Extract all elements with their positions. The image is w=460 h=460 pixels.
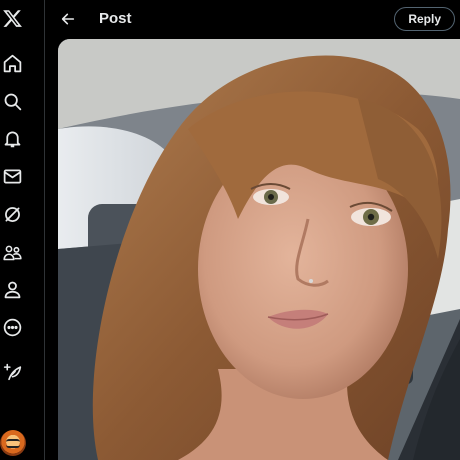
post-header: Post Reply (45, 0, 460, 39)
nav-rail (0, 0, 45, 460)
reply-button[interactable]: Reply (394, 7, 455, 31)
search-icon[interactable] (0, 89, 24, 113)
avatar[interactable] (0, 430, 26, 456)
more-icon[interactable] (0, 315, 24, 339)
post-photo[interactable] (58, 39, 460, 460)
mail-icon[interactable] (0, 164, 24, 188)
page-title: Post (99, 10, 132, 27)
compose-post-icon[interactable] (0, 359, 24, 383)
bell-icon[interactable] (0, 126, 24, 150)
x-logo-icon[interactable] (0, 6, 24, 30)
selfie-image (58, 39, 460, 460)
profile-icon[interactable] (0, 277, 24, 301)
communities-icon[interactable] (0, 240, 24, 264)
grok-icon[interactable] (0, 202, 24, 226)
back-arrow-icon[interactable] (57, 8, 79, 30)
home-icon[interactable] (0, 51, 24, 75)
